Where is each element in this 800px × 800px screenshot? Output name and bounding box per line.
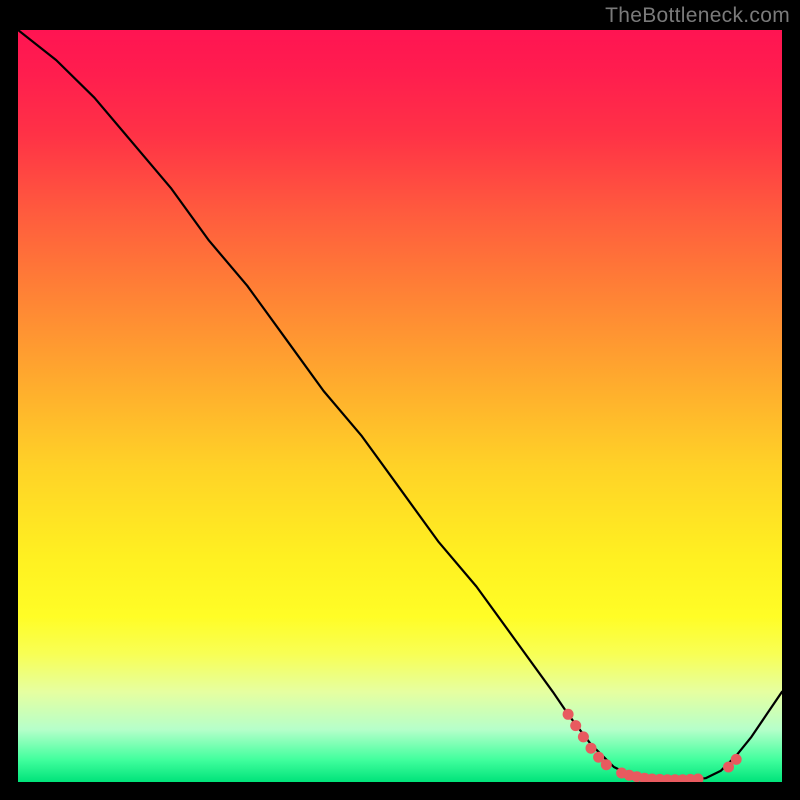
bottleneck-curve	[18, 30, 782, 780]
chart-frame: TheBottleneck.com	[0, 0, 800, 800]
highlight-markers	[563, 709, 742, 782]
marker-dot	[731, 754, 742, 765]
marker-dot	[601, 759, 612, 770]
watermark-text: TheBottleneck.com	[605, 4, 790, 28]
marker-dot	[578, 731, 589, 742]
plot-area	[18, 30, 782, 782]
marker-dot	[693, 774, 704, 783]
marker-dot	[563, 709, 574, 720]
curve-layer	[18, 30, 782, 782]
marker-dot	[586, 743, 597, 754]
marker-dot	[570, 720, 581, 731]
